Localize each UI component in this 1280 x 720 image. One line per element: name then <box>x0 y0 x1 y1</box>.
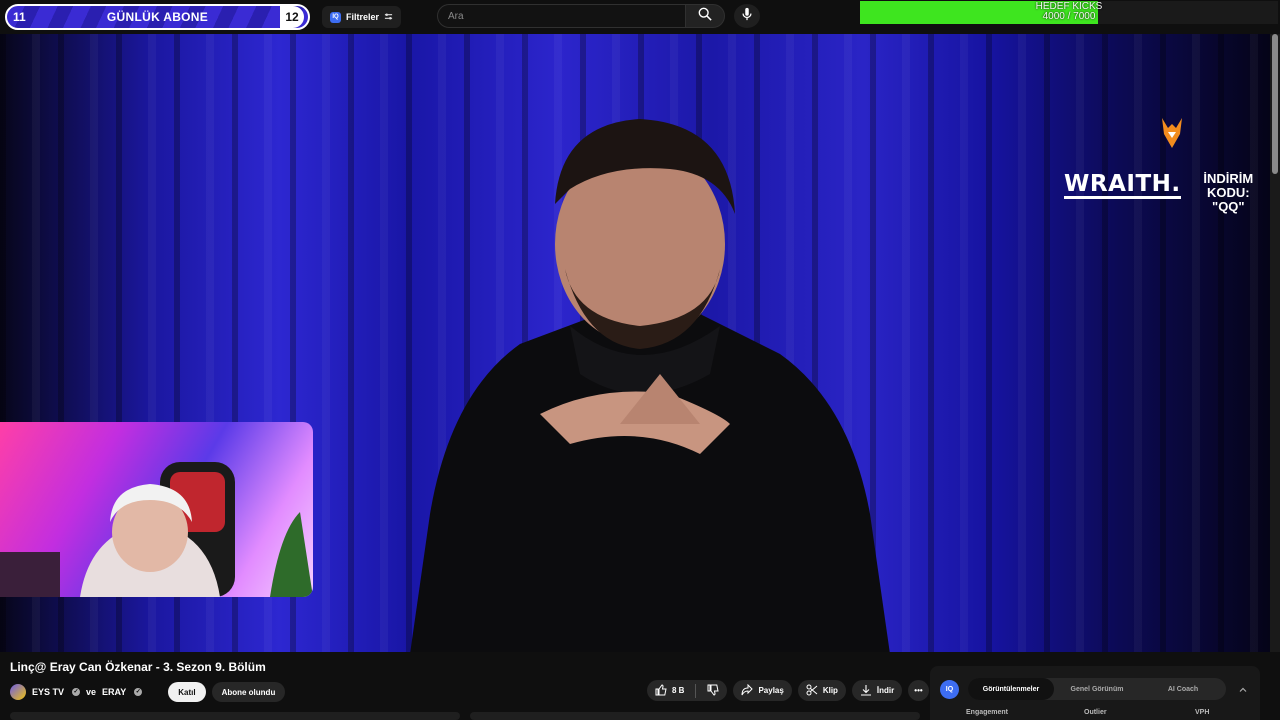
channel-row: EYS TV ✓ ve ERAY ✓ Katıl Abone olundu <box>10 682 286 702</box>
top-bar: 11 GÜNLÜK ABONE 12 IQ Filtreler HEDEF KI… <box>0 0 1280 34</box>
subscriber-target-count: 12 <box>280 6 304 28</box>
tab-views[interactable]: Görüntülenmeler <box>968 678 1054 700</box>
clip-label: Klip <box>822 686 838 695</box>
subscribed-button[interactable]: Abone olundu <box>211 682 286 702</box>
download-icon <box>860 684 872 698</box>
column-vph: VPH <box>1195 709 1210 716</box>
video-info-section: Linç@ Eray Can Özkenar - 3. Sezon 9. Böl… <box>0 652 1280 720</box>
channel-joiner: ve <box>86 687 97 697</box>
channel-avatar[interactable] <box>10 684 26 700</box>
streamer-webcam <box>0 422 313 597</box>
analytics-panel: IQ Görüntülenmeler Genel Görünüm AI Coac… <box>930 666 1260 720</box>
discount-code-label: İNDİRİM KODU: <box>1203 171 1254 200</box>
tab-overview[interactable]: Genel Görünüm <box>1054 678 1140 700</box>
video-actions: 8 B Paylaş Klip İndir ••• <box>647 680 929 701</box>
sponsor-overlay: WRAITH. İNDİRİM KODU: "QQ" <box>1064 172 1270 214</box>
more-icon: ••• <box>914 686 923 695</box>
download-button[interactable]: İndir <box>851 680 903 701</box>
search-button[interactable] <box>685 4 725 28</box>
discount-code-value: "QQ" <box>1212 199 1245 214</box>
guest-figure <box>410 119 890 652</box>
filters-button[interactable]: IQ Filtreler <box>322 6 402 28</box>
filters-label: Filtreler <box>346 12 380 22</box>
video-title: Linç@ Eray Can Özkenar - 3. Sezon 9. Böl… <box>10 660 266 674</box>
share-button[interactable]: Paylaş <box>733 680 792 701</box>
more-actions-button[interactable]: ••• <box>908 680 929 701</box>
kicks-goal-progress: 4000 / 7000 <box>1042 11 1096 22</box>
thumbs-up-icon <box>655 683 667 698</box>
download-label: İndir <box>876 686 895 695</box>
subscriber-current-count: 11 <box>13 10 26 24</box>
sponsor-brand: WRAITH. <box>1064 171 1181 199</box>
analytics-tabs: Görüntülenmeler Genel Görünüm AI Coach <box>968 678 1226 700</box>
subscriber-goal-label: GÜNLÜK ABONE <box>106 10 209 24</box>
daily-subscriber-goal: 11 GÜNLÜK ABONE 12 <box>5 4 310 30</box>
voice-search-button[interactable] <box>734 4 760 28</box>
collapse-chevron-icon[interactable] <box>1238 682 1248 700</box>
iq-icon: IQ <box>330 11 341 23</box>
column-outlier: Outlier <box>1084 709 1107 716</box>
page-scrollbar[interactable] <box>1270 34 1280 652</box>
verified-icon: ✓ <box>134 688 143 696</box>
kicks-goal-bar: HEDEF KICKS 4000 / 7000 <box>860 1 1278 24</box>
discount-code-block: İNDİRİM KODU: "QQ" <box>1187 172 1270 214</box>
sliders-icon <box>384 12 393 23</box>
description-preview[interactable] <box>470 712 920 720</box>
collab-channel-name[interactable]: ERAY <box>102 687 126 697</box>
like-count: 8 B <box>672 686 685 695</box>
scissors-icon <box>806 684 818 698</box>
kicks-goal-text: HEDEF KICKS 4000 / 7000 <box>860 2 1278 22</box>
search-input[interactable] <box>437 4 685 28</box>
like-button[interactable]: 8 B <box>647 680 728 701</box>
share-icon <box>741 683 754 698</box>
clip-button[interactable]: Klip <box>797 680 846 701</box>
channel-name[interactable]: EYS TV <box>32 687 64 697</box>
column-engagement: Engagement <box>966 709 1009 716</box>
description-preview[interactable] <box>10 712 460 720</box>
microphone-icon <box>741 7 753 26</box>
webcam-scene <box>0 462 313 597</box>
verified-icon: ✓ <box>72 688 81 696</box>
iq-icon: IQ <box>940 680 959 699</box>
scrollbar-thumb[interactable] <box>1272 34 1278 174</box>
thumbs-down-icon[interactable] <box>707 684 720 698</box>
tab-ai-coach[interactable]: AI Coach <box>1140 678 1226 700</box>
fox-logo-icon <box>1158 116 1186 155</box>
join-button[interactable]: Katıl <box>168 682 206 702</box>
search-box <box>437 4 725 28</box>
share-label: Paylaş <box>758 686 784 695</box>
search-icon <box>698 7 712 26</box>
